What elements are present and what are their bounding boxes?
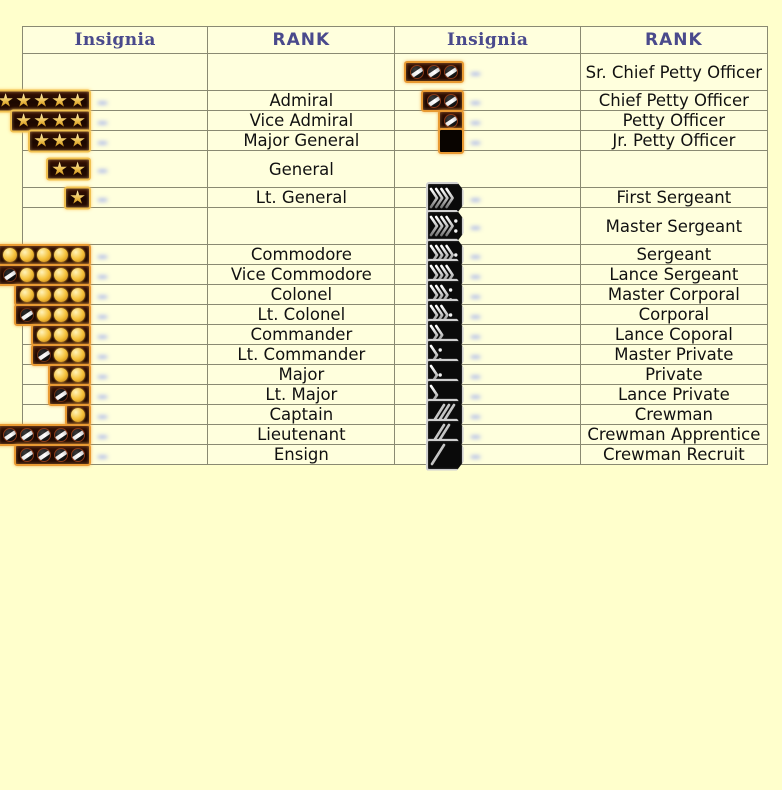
- rank-name-cell: Commodore: [207, 244, 396, 265]
- blank-rank-cell: [579, 150, 769, 188]
- insignia-cell: [394, 438, 581, 471]
- insignia-cell: [394, 318, 581, 351]
- rank-name-cell: Master Sergeant: [579, 207, 769, 245]
- insignia-cell: [394, 278, 581, 311]
- insignia-cell: [0, 423, 209, 446]
- insignia-cell: [21, 150, 209, 188]
- rank-name-cell: Sergeant: [579, 244, 769, 265]
- rank-name-cell: Lance Coporal: [579, 324, 769, 345]
- table-row: Ensign Crewman Recruit: [14, 438, 769, 471]
- rank-name-cell: Major: [207, 364, 396, 385]
- table-row: Commander Lance Coporal: [21, 318, 769, 351]
- rank-name-cell: Major General: [207, 130, 396, 151]
- table-row: Vice Commodore Lance Sergeant: [0, 258, 769, 291]
- rank-name-cell: Chief Petty Officer: [579, 90, 769, 111]
- rank-name-cell: Lance Private: [579, 384, 769, 405]
- insignia-cell: [394, 207, 581, 245]
- table-row: Captain Crewman: [21, 398, 769, 431]
- table-row: Sr. Chief Petty Officer: [21, 53, 769, 91]
- rank-name-cell: Lieutenant: [207, 424, 396, 445]
- rank-name-cell: Admiral: [207, 90, 396, 111]
- table-row: Master Sergeant: [21, 207, 769, 245]
- insignia-cell: [394, 181, 581, 214]
- insignia-cell: [394, 358, 581, 391]
- table-row: Lt. Major Lance Private: [21, 378, 769, 411]
- insignia-cell: [0, 89, 209, 112]
- rank-name-cell: General: [207, 150, 396, 188]
- insignia-cell: [21, 343, 209, 366]
- table-row: Lieutenant Crewman Apprentice: [0, 418, 769, 451]
- rank-name-cell: Lt. General: [207, 187, 396, 208]
- insignia-cell: [394, 53, 581, 91]
- table-row: Lt. General First Sergeant: [21, 181, 769, 214]
- insignia-cell: [394, 398, 581, 431]
- blank-rank-cell: [207, 53, 396, 91]
- rank-name-cell: Lt. Colonel: [207, 304, 396, 325]
- insignia-cell: [21, 323, 209, 346]
- blank-insignia-cell: [21, 207, 209, 245]
- table-row: Colonel Master Corporal: [14, 278, 769, 311]
- blank-insignia-cell: [394, 150, 581, 188]
- column-header-rank-left: RANK: [207, 26, 396, 54]
- insignia-cell: [21, 363, 209, 386]
- table-row: Vice Admiral Petty Officer: [10, 109, 769, 132]
- insignia-cell: [394, 89, 581, 112]
- rank-name-cell: Corporal: [579, 304, 769, 325]
- insignia-cell: [394, 338, 581, 371]
- rank-name-cell: Master Corporal: [579, 284, 769, 305]
- rank-name-cell: Jr. Petty Officer: [579, 130, 769, 151]
- table-row: Commodore Sergeant: [0, 238, 769, 271]
- insignia-cell: [394, 109, 581, 132]
- insignia-cell: [394, 238, 581, 271]
- blank-insignia-cell: [21, 53, 209, 91]
- insignia-cell: [14, 283, 209, 306]
- rank-name-cell: Ensign: [207, 444, 396, 465]
- insignia-cell: [21, 129, 209, 152]
- rank-name-cell: First Sergeant: [579, 187, 769, 208]
- rank-name-cell: Colonel: [207, 284, 396, 305]
- table-row: Major General Jr. Petty Officer: [21, 127, 769, 154]
- table-row: Major Private: [21, 358, 769, 391]
- insignia-cell: [394, 378, 581, 411]
- insignia-cell: [394, 258, 581, 291]
- rank-name-cell: Lance Sergeant: [579, 264, 769, 285]
- rank-chart-page: Insignia RANK Insignia RANK Sr. Chief Pe…: [0, 0, 782, 790]
- insignia-cell: [0, 243, 209, 266]
- blank-rank-cell: [207, 207, 396, 245]
- insignia-cell: [394, 298, 581, 331]
- rank-name-cell: Vice Commodore: [207, 264, 396, 285]
- column-header-insignia-left: Insignia: [21, 26, 209, 54]
- rank-name-cell: Captain: [207, 404, 396, 425]
- insignia-cell: [14, 303, 209, 326]
- insignia-cell: [394, 418, 581, 451]
- rank-name-cell: Master Private: [579, 344, 769, 365]
- rank-name-cell: Crewman Apprentice: [579, 424, 769, 445]
- table-row: Admiral Chief Petty Officer: [0, 89, 769, 112]
- rank-name-cell: Crewman Recruit: [579, 444, 769, 465]
- table-row: General: [21, 150, 769, 188]
- insignia-cell: [14, 443, 209, 466]
- table-header-row: Insignia RANK Insignia RANK: [21, 26, 769, 54]
- rank-name-cell: Petty Officer: [579, 110, 769, 131]
- rank-name-cell: Lt. Major: [207, 384, 396, 405]
- rank-name-cell: Vice Admiral: [207, 110, 396, 131]
- rank-name-cell: Sr. Chief Petty Officer: [579, 53, 769, 91]
- rank-name-cell: Crewman: [579, 404, 769, 425]
- rank-name-cell: Lt. Commander: [207, 344, 396, 365]
- rank-insignia-table: Insignia RANK Insignia RANK Sr. Chief Pe…: [0, 26, 769, 471]
- insignia-cell: [0, 263, 209, 286]
- rank-name-cell: Commander: [207, 324, 396, 345]
- insignia-cell: [21, 383, 209, 406]
- insignia-cell: [21, 186, 209, 209]
- rank-name-cell: Private: [579, 364, 769, 385]
- table-row: Lt. Colonel Corporal: [14, 298, 769, 331]
- table-row: Lt. Commander Master Private: [21, 338, 769, 371]
- column-header-rank-right: RANK: [579, 26, 769, 54]
- rank-table-body: Sr. Chief Petty Officer Admiral Chief Pett…: [0, 53, 769, 471]
- insignia-cell: [21, 403, 209, 426]
- insignia-cell: [10, 109, 209, 132]
- column-header-insignia-right: Insignia: [394, 26, 581, 54]
- insignia-cell: [394, 127, 581, 154]
